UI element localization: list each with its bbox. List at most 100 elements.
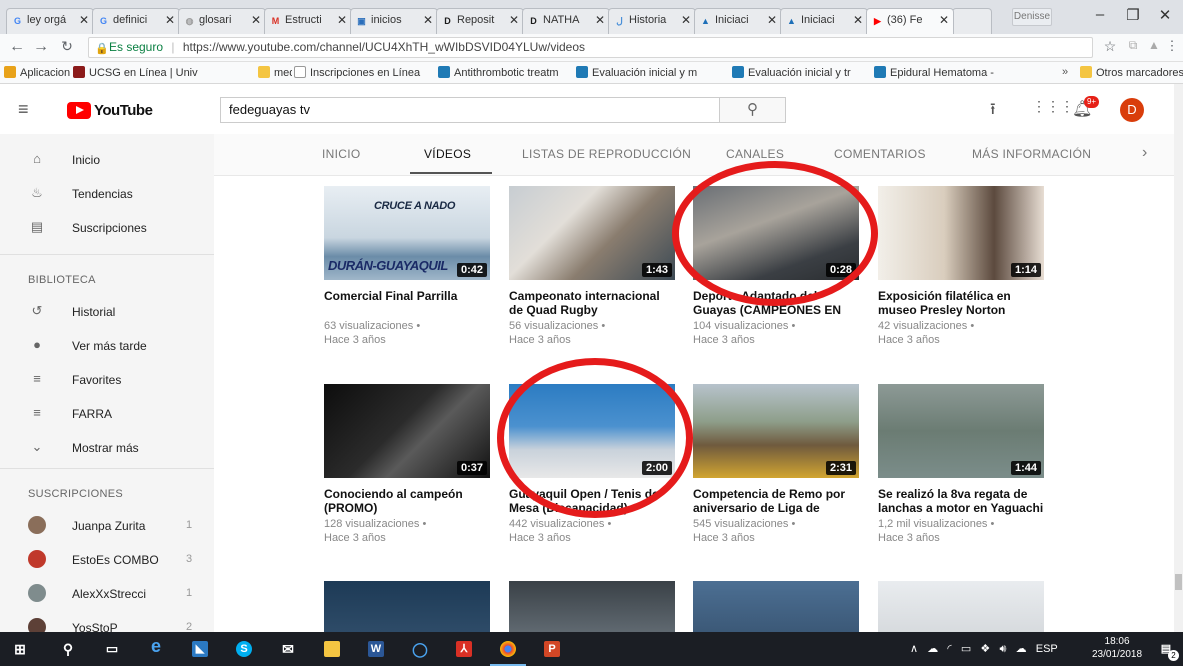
sidebar-item[interactable]: Juanpa Zurita 1 [0, 508, 214, 542]
video-title[interactable]: Conociendo al campeón (PROMO) [324, 487, 490, 515]
bookmark-item[interactable]: Antithrombotic treatm [438, 66, 572, 79]
cloud-icon[interactable]: ☁ [927, 643, 938, 655]
mail-icon[interactable]: ✉ [280, 641, 296, 657]
video-card[interactable]: 2:31 Competencia de Remo por aniversario … [693, 384, 859, 545]
video-thumbnail[interactable]: 1:44 [878, 384, 1044, 478]
close-tab-icon[interactable]: ✕ [681, 13, 691, 27]
search-button[interactable]: ⚲ [720, 97, 786, 123]
sidebar-item[interactable]: ● Ver más tarde [0, 328, 214, 362]
video-title[interactable]: Campeonato internacional de Quad Rugby [509, 289, 675, 317]
windows-start-icon[interactable]: ⊞ [12, 641, 28, 657]
close-tab-icon[interactable]: ✕ [767, 13, 777, 27]
back-icon[interactable]: ← [8, 38, 26, 56]
video-title[interactable]: Se realizó la 8va regata de lanchas a mo… [878, 487, 1044, 515]
video-thumbnail[interactable]: 1:43 [509, 186, 675, 280]
close-tab-icon[interactable]: ✕ [595, 13, 605, 27]
bookmark-item[interactable]: Inscripciones en Línea [294, 66, 434, 79]
browser-tab[interactable]: D Reposit ✕ [436, 8, 524, 34]
browser-tab[interactable]: ▶ (36) Fe ✕ [866, 8, 954, 34]
tabs-next-icon[interactable]: › [1142, 144, 1148, 162]
channel-tab[interactable]: INICIO [322, 147, 360, 161]
chrome-icon[interactable] [500, 641, 516, 657]
video-thumbnail[interactable]: 2:31 [693, 384, 859, 478]
hamburger-icon[interactable]: ≡ [18, 99, 29, 120]
video-title[interactable]: Exposición filatélica en museo Presley N… [878, 289, 1044, 317]
extension-icon[interactable]: ⧉ [1124, 38, 1142, 53]
reload-icon[interactable]: ↻ [58, 38, 76, 55]
browser-tab[interactable]: ◍ glosari ✕ [178, 8, 266, 34]
sidebar-item[interactable]: ▤ Suscripciones [0, 210, 214, 244]
close-tab-icon[interactable]: ✕ [939, 13, 949, 27]
channel-tab[interactable]: MÁS INFORMACIÓN [972, 147, 1091, 161]
drive-icon[interactable]: ▲ [1145, 38, 1163, 52]
skype-icon[interactable]: S [236, 641, 252, 657]
word-icon[interactable]: W [368, 641, 384, 657]
scrollbar-thumb[interactable] [1175, 574, 1182, 590]
sidebar-item[interactable]: YosStoP 2 [0, 610, 214, 632]
video-thumbnail[interactable] [878, 581, 1044, 632]
bookmark-item[interactable]: Aplicaciones [4, 66, 70, 79]
channel-tab[interactable]: COMENTARIOS [834, 147, 926, 161]
network-icon[interactable]: ◜ [947, 643, 951, 655]
browser-tab[interactable]: ل Historia ✕ [608, 8, 696, 34]
channel-tab[interactable]: CANALES [726, 147, 784, 161]
close-window-icon[interactable]: ✕ [1150, 6, 1180, 24]
forward-icon[interactable]: → [32, 38, 50, 56]
bookmark-item[interactable]: Evaluación inicial y m [576, 66, 728, 79]
video-thumbnail[interactable] [693, 581, 859, 632]
powerpoint-icon[interactable]: P [544, 641, 560, 657]
close-tab-icon[interactable]: ✕ [251, 13, 261, 27]
browser-tab[interactable]: D NATHA ✕ [522, 8, 610, 34]
close-tab-icon[interactable]: ✕ [509, 13, 519, 27]
close-tab-icon[interactable]: ✕ [337, 13, 347, 27]
sidebar-item[interactable]: ≡ Favorites [0, 362, 214, 396]
apps-grid-icon[interactable]: ⋮⋮⋮ [1032, 98, 1074, 115]
avatar[interactable]: D [1120, 98, 1144, 122]
bookmark-item[interactable]: UCSG en Línea | Univ [73, 66, 253, 79]
language-indicator[interactable]: ESP [1036, 643, 1058, 655]
video-thumbnail[interactable]: 0:37 [324, 384, 490, 478]
close-tab-icon[interactable]: ✕ [853, 13, 863, 27]
browser-tab[interactable]: ▲ Iniciaci ✕ [780, 8, 868, 34]
close-tab-icon[interactable]: ✕ [165, 13, 175, 27]
close-tab-icon[interactable]: ✕ [79, 13, 89, 27]
video-card[interactable]: 1:14 Exposición filatélica en museo Presl… [878, 186, 1044, 347]
task-view-icon[interactable]: ▭ [104, 641, 120, 657]
clock[interactable]: 18:06 23/01/2018 [1092, 635, 1142, 661]
video-title[interactable]: Comercial Final Parrilla [324, 289, 490, 317]
onedrive-icon[interactable]: ☁ [1016, 643, 1027, 655]
cortana-icon[interactable]: ◯ [412, 641, 428, 657]
browser-tab[interactable]: Gdefinici ✕ [92, 8, 180, 34]
acrobat-icon[interactable]: ⅄ [456, 641, 472, 657]
store-icon[interactable]: ◣ [192, 641, 208, 657]
dropbox-icon[interactable]: ❖ [980, 643, 990, 655]
browser-tab[interactable]: ▣ inicios ✕ [350, 8, 438, 34]
star-icon[interactable]: ☆ [1101, 38, 1119, 55]
sidebar-item[interactable]: ⌄ Mostrar más [0, 430, 214, 464]
sidebar-item[interactable]: EstoEs COMBO 3 [0, 542, 214, 576]
channel-tab[interactable]: VÍDEOS [424, 147, 471, 161]
video-thumbnail[interactable]: CRUCE A NADO DURÁN-GUAYAQUIL 0:42 [324, 186, 490, 280]
video-title[interactable]: Competencia de Remo por aniversario de L… [693, 487, 859, 515]
browser-tab[interactable]: Gley orgá ✕ [6, 8, 94, 34]
video-thumbnail[interactable] [324, 581, 490, 632]
new-tab-button[interactable] [952, 8, 992, 34]
video-card[interactable]: CRUCE A NADO DURÁN-GUAYAQUIL 0:42 Comercial… [324, 186, 490, 347]
bookmark-item[interactable]: med [258, 66, 292, 79]
edge-icon[interactable]: e [148, 637, 164, 655]
menu-dots-icon[interactable]: ⋮ [1163, 38, 1181, 54]
video-card[interactable]: 0:37 Conociendo al campeón (PROMO) 128 vis… [324, 384, 490, 545]
profile-button[interactable]: Denisse [1012, 8, 1052, 26]
sidebar-item[interactable]: ♨ Tendencias [0, 176, 214, 210]
minimize-icon[interactable]: – [1085, 6, 1115, 23]
volume-icon[interactable]: 🔊︎ [999, 643, 1006, 655]
upload-icon[interactable]: ⭱ [990, 98, 996, 125]
youtube-logo[interactable]: YouTube [67, 102, 153, 119]
file-explorer-icon[interactable] [324, 641, 340, 657]
channel-tab[interactable]: LISTAS DE REPRODUCCIÓN [522, 147, 691, 161]
video-card[interactable]: 1:44 Se realizó la 8va regata de lanchas … [878, 384, 1044, 545]
video-thumbnail[interactable] [509, 581, 675, 632]
bookmarks-more[interactable]: » [1062, 66, 1068, 78]
battery-icon[interactable]: ▭ [961, 643, 971, 655]
scrollbar[interactable] [1174, 84, 1183, 632]
